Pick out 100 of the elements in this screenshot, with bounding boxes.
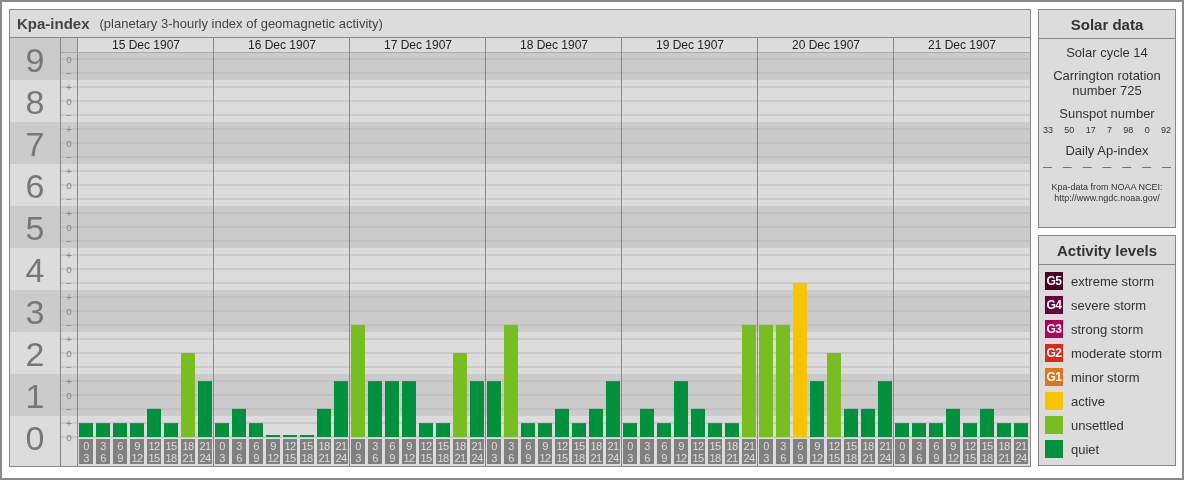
storm-level-badge: G1 <box>1045 368 1063 386</box>
kp-sublevel-mark: − <box>66 319 72 331</box>
kp-sublevel-mark: + <box>66 165 72 177</box>
time-slot-label: 9 12 <box>538 439 552 464</box>
time-slot-label: 3 6 <box>368 439 382 464</box>
sunspot-value: 98 <box>1123 125 1134 135</box>
time-slot-label: 9 12 <box>810 439 824 464</box>
kp-sublevel-mark: − <box>66 277 72 289</box>
kp-sublevel-mark: o <box>66 95 72 107</box>
kp-level-label: 4 <box>25 251 45 289</box>
date-label: 16 Dec 1907 <box>247 38 317 52</box>
kp-level-label: 3 <box>25 293 45 331</box>
kp-sublevel-mark: + <box>66 81 72 93</box>
ap-index-value: — <box>1161 162 1171 172</box>
kp-sublevel-mark: − <box>66 235 72 247</box>
time-slot-label: 15 18 <box>708 439 722 464</box>
time-slot-label: 9 12 <box>266 439 280 464</box>
time-slot-label: 6 9 <box>657 439 671 464</box>
time-slot-label: 15 18 <box>844 439 858 464</box>
sunspot-heading: Sunspot number <box>1059 106 1155 121</box>
time-slot-label: 12 15 <box>419 439 433 464</box>
kp-sublevel-mark: o <box>66 305 72 317</box>
activity-level-label: moderate storm <box>1071 345 1163 361</box>
time-slot-label: 12 15 <box>691 439 705 464</box>
kp-sublevel-mark: + <box>66 333 72 345</box>
sunspot-value: 0 <box>1144 125 1150 135</box>
time-slot-label: 18 21 <box>589 439 603 464</box>
time-slot-label: 9 12 <box>674 439 688 464</box>
sunspot-value: 33 <box>1043 125 1053 135</box>
time-slot-label: 21 24 <box>470 439 484 464</box>
activity-level-label: active <box>1071 393 1105 409</box>
kp-level-label: 0 <box>25 419 45 457</box>
time-slot-label: 15 18 <box>300 439 314 464</box>
carrington-text: Carrington rotation number 725 <box>1052 68 1162 98</box>
time-slot-label: 21 24 <box>198 439 212 464</box>
sunspot-value: 7 <box>1107 125 1112 135</box>
kp-sublevel-mark: o <box>66 53 72 65</box>
time-slot-label: 18 21 <box>317 439 331 464</box>
time-slot-label: 6 9 <box>113 439 127 464</box>
kp-sublevel-mark: − <box>66 361 72 373</box>
kp-sublevel-mark: + <box>66 207 72 219</box>
kp-sublevel-mark: o <box>66 137 72 149</box>
time-slot-label: 0 3 <box>895 439 909 464</box>
sunspot-value: 50 <box>1064 125 1075 135</box>
kp-sublevel-mark: + <box>66 123 72 135</box>
panel-title: Solar data <box>1039 10 1175 39</box>
time-slot-label: 0 3 <box>215 439 229 464</box>
time-slot-label: 0 3 <box>351 439 365 464</box>
kp-level-label: 1 <box>25 377 45 415</box>
activity-level-label: extreme storm <box>1071 273 1155 289</box>
time-slot-label: 15 18 <box>436 439 450 464</box>
ap-index-value: — <box>1142 162 1152 172</box>
time-slot-label: 18 21 <box>725 439 739 464</box>
time-slot-label: 15 18 <box>572 439 586 464</box>
date-label: 15 Dec 1907 <box>111 38 181 52</box>
date-label: 17 Dec 1907 <box>383 38 453 52</box>
date-label: 21 Dec 1907 <box>927 38 997 52</box>
sunspot-value: 92 <box>1160 125 1171 135</box>
time-slot-label: 0 3 <box>79 439 93 464</box>
time-slot-label: 6 9 <box>521 439 535 464</box>
time-slot-label: 15 18 <box>980 439 994 464</box>
time-slot-label: 12 15 <box>147 439 161 464</box>
time-slot-label: 12 15 <box>283 439 297 464</box>
panel-title: Activity levels <box>1039 236 1175 265</box>
ap-index-value: — <box>1102 162 1112 172</box>
kp-sublevel-mark: + <box>66 249 72 261</box>
time-slot-label: 21 24 <box>878 439 892 464</box>
activity-level-label: minor storm <box>1071 369 1140 385</box>
kp-sublevel-mark: − <box>66 67 72 79</box>
kp-level-label: 5 <box>25 209 45 247</box>
time-slot-label: 12 15 <box>963 439 977 464</box>
time-slot-label: 6 9 <box>929 439 943 464</box>
kp-sublevel-mark: + <box>66 417 72 429</box>
kp-sublevel-mark: o <box>66 263 72 275</box>
chart-subtitle: (planetary 3-hourly index of geomagnetic activity) <box>99 16 383 31</box>
kp-sublevel-mark: o <box>66 431 72 443</box>
time-slot-label: 3 6 <box>96 439 110 464</box>
sunspot-value: 17 <box>1085 125 1096 135</box>
kp-sublevel-mark: o <box>66 179 72 191</box>
data-source-note: Kpa-data from NOAA NCEI: http://www.ngdc.noaa.gov/ <box>1050 182 1164 204</box>
kp-sublevel-mark: − <box>66 403 72 415</box>
time-slot-label: 9 12 <box>946 439 960 464</box>
kp-sublevel-mark: o <box>66 347 72 359</box>
activity-level-label: strong storm <box>1071 321 1144 337</box>
solar-cycle-text: Solar cycle 14 <box>1066 45 1148 60</box>
activity-level-label: quiet <box>1071 441 1100 457</box>
kp-level-label: 8 <box>25 83 45 121</box>
kp-sublevel-mark: − <box>66 109 72 121</box>
time-slot-label: 6 9 <box>793 439 807 464</box>
time-slot-label: 9 12 <box>130 439 144 464</box>
kp-level-label: 6 <box>25 167 45 205</box>
time-slot-label: 9 12 <box>402 439 416 464</box>
storm-level-badge: G5 <box>1045 272 1063 290</box>
kp-sublevel-mark: + <box>66 375 72 387</box>
time-slot-label: 0 3 <box>487 439 501 464</box>
time-slot-label: 0 3 <box>759 439 773 464</box>
time-slot-label: 3 6 <box>232 439 246 464</box>
ap-index-value: — <box>1062 162 1072 172</box>
time-slot-label: 6 9 <box>385 439 399 464</box>
time-slot-label: 6 9 <box>249 439 263 464</box>
